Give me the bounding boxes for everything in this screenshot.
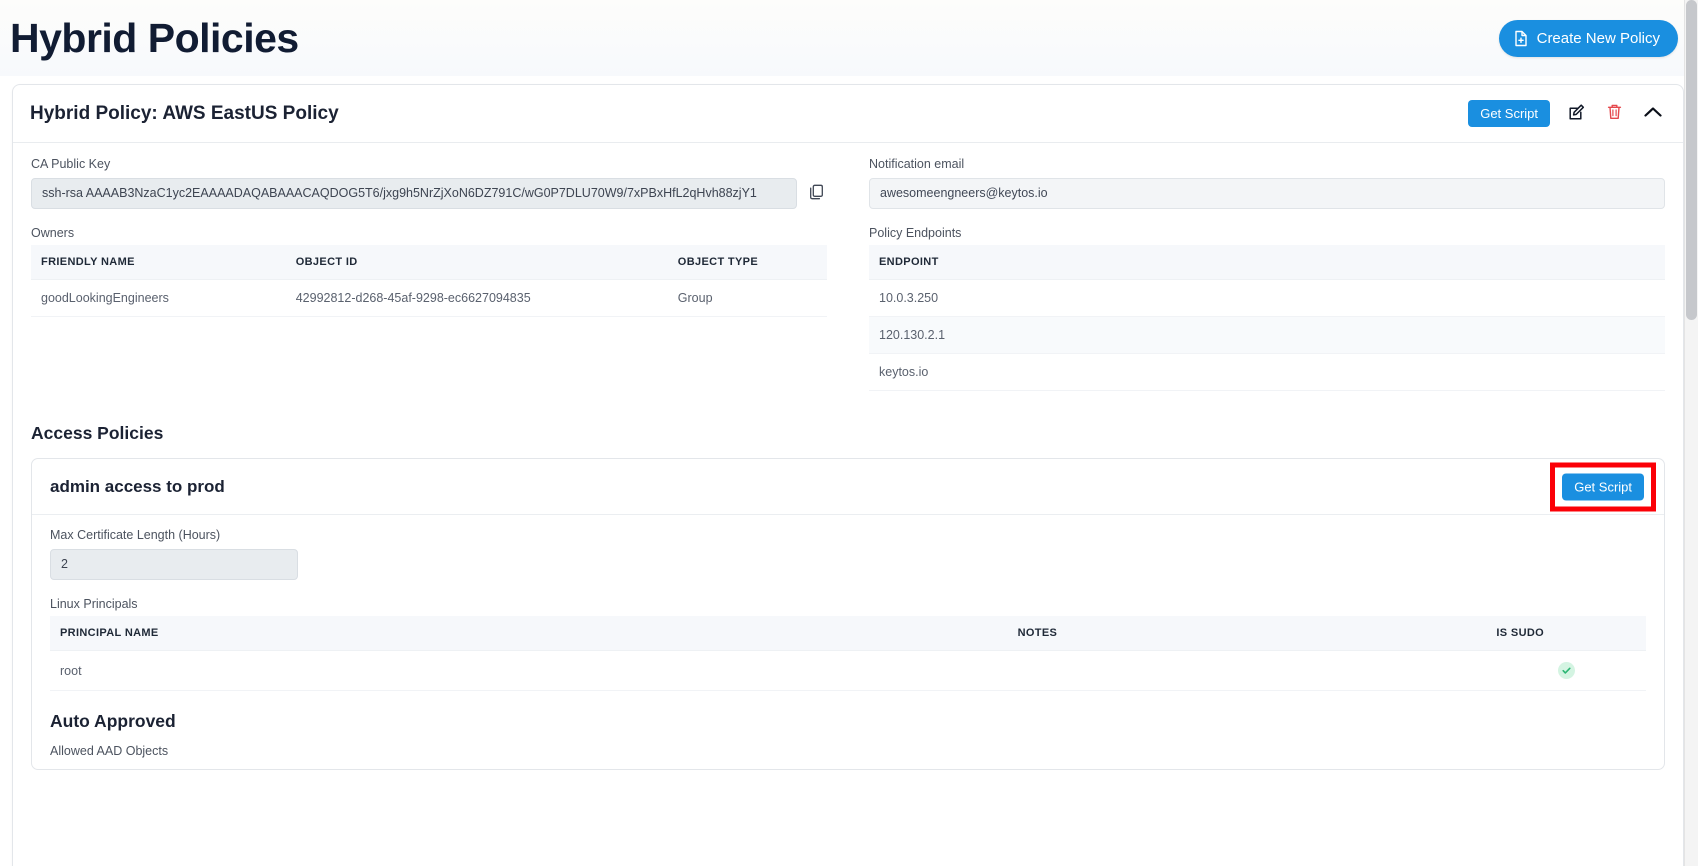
policy-endpoints-label: Policy Endpoints bbox=[869, 226, 962, 240]
create-new-policy-button[interactable]: Create New Policy bbox=[1498, 19, 1678, 57]
policy-right-column: Notification email awesomeengneers@keyto… bbox=[869, 157, 1665, 391]
highlight-annotation: Get Script bbox=[1550, 462, 1656, 511]
policy-left-column: CA Public Key ssh-rsa AAAAB3NzaC1yc2EAAA… bbox=[31, 157, 827, 391]
principal-name: root bbox=[50, 650, 1008, 691]
copy-ca-public-key-button[interactable] bbox=[806, 181, 827, 206]
chevron-up-icon bbox=[1643, 105, 1663, 122]
endpoint-value: 120.130.2.1 bbox=[869, 316, 1665, 354]
hybrid-policy-title: Hybrid Policy: AWS EastUS Policy bbox=[30, 102, 339, 124]
page-scrollbar[interactable] bbox=[1684, 0, 1698, 866]
access-policy-card-body: Max Certificate Length (Hours) 2 Linux P… bbox=[32, 515, 1664, 769]
copy-icon bbox=[808, 183, 825, 204]
hybrid-policy-card-actions: Get Script bbox=[1468, 100, 1665, 127]
principal-notes bbox=[1007, 650, 1487, 691]
owners-col-object-id: OBJECT ID bbox=[285, 245, 668, 280]
max-cert-length-label: Max Certificate Length (Hours) bbox=[50, 528, 221, 542]
file-plus-icon bbox=[1513, 30, 1529, 47]
access-policies-title: Access Policies bbox=[31, 423, 164, 443]
access-policy-get-script-button[interactable]: Get Script bbox=[1562, 473, 1644, 500]
trash-icon bbox=[1606, 103, 1623, 124]
page-scrollbar-thumb[interactable] bbox=[1686, 0, 1697, 320]
owner-object-type: Group bbox=[667, 279, 827, 317]
allowed-aad-objects-label: Allowed AAD Objects bbox=[50, 744, 169, 758]
notification-email-label: Notification email bbox=[869, 157, 965, 171]
owner-friendly-name: goodLookingEngineers bbox=[31, 279, 286, 317]
table-row[interactable]: 120.130.2.1 bbox=[869, 316, 1665, 354]
policy-endpoints-table: ENDPOINT 10.0.3.250 120.130.2.1 keytos.i… bbox=[869, 245, 1665, 391]
endpoint-value: 10.0.3.250 bbox=[869, 279, 1665, 317]
create-new-policy-label: Create New Policy bbox=[1536, 29, 1660, 47]
table-row[interactable]: goodLookingEngineers 42992812-d268-45af-… bbox=[31, 279, 827, 317]
owners-col-friendly-name: FRIENDLY NAME bbox=[31, 245, 286, 280]
access-policy-name: admin access to prod bbox=[50, 476, 225, 496]
principals-col-principal-name: PRINCIPAL NAME bbox=[50, 616, 1008, 651]
table-row[interactable]: keytos.io bbox=[869, 353, 1665, 391]
ca-public-key-input[interactable]: ssh-rsa AAAAB3NzaC1yc2EAAAADAQABAAACAQDO… bbox=[31, 178, 797, 209]
policy-get-script-button[interactable]: Get Script bbox=[1468, 100, 1550, 127]
access-policy-card-header: admin access to prod Get Script bbox=[32, 459, 1664, 515]
principals-col-is-sudo: IS SUDO bbox=[1486, 616, 1646, 651]
page-header: Hybrid Policies Create New Policy bbox=[0, 0, 1698, 76]
auto-approved-title: Auto Approved bbox=[50, 711, 176, 731]
endpoint-value: keytos.io bbox=[869, 353, 1665, 391]
ca-public-key-label: CA Public Key bbox=[31, 157, 111, 171]
notification-email-input[interactable]: awesomeengneers@keytos.io bbox=[869, 178, 1665, 209]
collapse-policy-button[interactable] bbox=[1641, 103, 1665, 124]
endpoints-table-header-row: ENDPOINT bbox=[869, 245, 1665, 280]
owners-table: FRIENDLY NAME OBJECT ID OBJECT TYPE good… bbox=[31, 245, 827, 317]
principal-is-sudo bbox=[1486, 650, 1646, 691]
owners-col-object-type: OBJECT TYPE bbox=[667, 245, 827, 280]
delete-policy-button[interactable] bbox=[1604, 101, 1625, 126]
edit-pencil-icon bbox=[1568, 103, 1586, 124]
max-cert-length-input[interactable]: 2 bbox=[50, 549, 298, 580]
linux-principals-table: PRINCIPAL NAME NOTES IS SUDO root bbox=[50, 616, 1646, 691]
hybrid-policy-card: Hybrid Policy: AWS EastUS Policy Get Scr… bbox=[12, 84, 1684, 866]
policy-fields-row: CA Public Key ssh-rsa AAAAB3NzaC1yc2EAAA… bbox=[31, 157, 1665, 391]
ca-public-key-row: ssh-rsa AAAAB3NzaC1yc2EAAAADAQABAAACAQDO… bbox=[31, 178, 827, 209]
hybrid-policy-card-header: Hybrid Policy: AWS EastUS Policy Get Scr… bbox=[13, 85, 1683, 143]
owners-label: Owners bbox=[31, 226, 75, 240]
table-row[interactable]: root bbox=[50, 650, 1646, 691]
table-row[interactable]: 10.0.3.250 bbox=[869, 279, 1665, 317]
owners-table-header-row: FRIENDLY NAME OBJECT ID OBJECT TYPE bbox=[31, 245, 827, 280]
check-circle-icon bbox=[1557, 662, 1575, 679]
access-policy-card: admin access to prod Get Script Max Cert… bbox=[31, 458, 1665, 770]
principals-col-notes: NOTES bbox=[1007, 616, 1487, 651]
owner-object-id: 42992812-d268-45af-9298-ec6627094835 bbox=[285, 279, 668, 317]
edit-policy-button[interactable] bbox=[1566, 101, 1588, 126]
hybrid-policy-card-body: CA Public Key ssh-rsa AAAAB3NzaC1yc2EAAA… bbox=[13, 143, 1683, 770]
page-title: Hybrid Policies bbox=[10, 14, 299, 61]
endpoints-col-endpoint: ENDPOINT bbox=[869, 245, 1665, 280]
principals-table-header-row: PRINCIPAL NAME NOTES IS SUDO bbox=[50, 616, 1646, 651]
linux-principals-label: Linux Principals bbox=[50, 597, 138, 611]
